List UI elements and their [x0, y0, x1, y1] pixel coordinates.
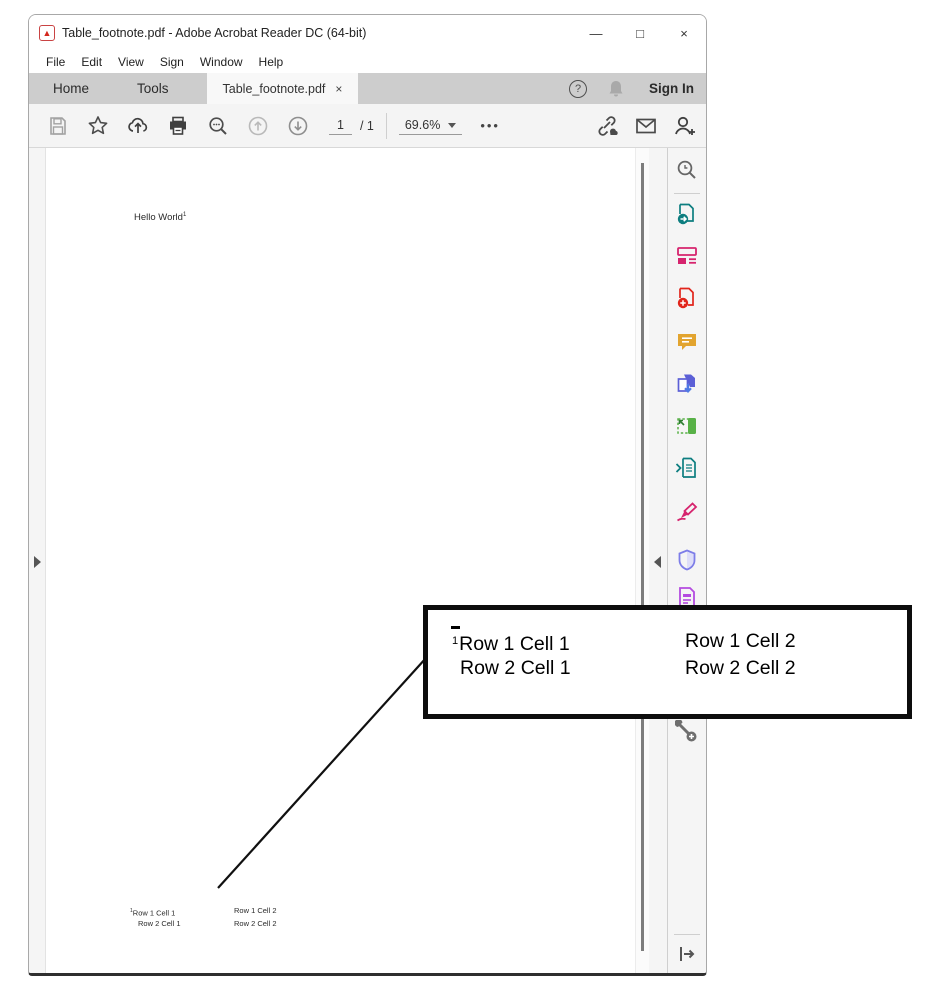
callout-footnote-marker: 1: [452, 630, 458, 654]
email-icon[interactable]: [634, 114, 658, 138]
tools-pane-strip: [649, 148, 667, 973]
search-tool-button[interactable]: [675, 158, 699, 182]
page-total-label: / 1: [360, 119, 374, 133]
close-button[interactable]: ×: [662, 15, 706, 51]
zoom-level-value: 69.6%: [405, 118, 440, 132]
favorite-button[interactable]: [81, 109, 115, 143]
tools-sidebar: [667, 148, 706, 973]
help-icon[interactable]: ?: [569, 80, 587, 98]
document-heading: Hello World1: [134, 212, 186, 223]
magnifier-dots-icon: [206, 114, 230, 138]
sidebar-divider: [674, 193, 700, 194]
document-table: 1Row 1 Cell 1 Row 1 Cell 2 Row 2 Cell 1 …: [130, 906, 277, 929]
edit-pdf-button[interactable]: [675, 244, 699, 268]
table-row: 1Row 1 Cell 1 Row 1 Cell 2: [130, 906, 277, 919]
tab-close-icon[interactable]: ×: [335, 82, 342, 96]
collapse-tools-pane-icon[interactable]: [654, 556, 661, 568]
printer-icon: [166, 114, 190, 138]
cloud-upload-icon: [126, 114, 150, 138]
export-pdf-icon: [675, 202, 699, 226]
magnified-table-callout: 1Row 1 Cell 1 Row 1 Cell 2 Row 2 Cell 1 …: [423, 605, 912, 719]
save-button[interactable]: [41, 109, 75, 143]
menu-help[interactable]: Help: [252, 53, 291, 71]
fill-sign-button[interactable]: [675, 500, 699, 524]
maximize-button[interactable]: □: [618, 15, 662, 51]
menu-edit[interactable]: Edit: [74, 53, 109, 71]
export-pdf-button[interactable]: [675, 202, 699, 226]
main-toolbar: 1 / 1 69.6% •••: [29, 104, 706, 148]
save-icon: [47, 115, 69, 137]
acrobat-reader-window: ▲ Table_footnote.pdf - Adobe Acrobat Rea…: [28, 14, 707, 976]
expand-right-icon: [675, 942, 699, 966]
edit-pdf-icon: [675, 244, 699, 268]
screenshot-canvas: ▲ Table_footnote.pdf - Adobe Acrobat Rea…: [0, 0, 937, 1000]
search-icon: [675, 158, 699, 182]
zoom-level-dropdown[interactable]: 69.6%: [399, 116, 462, 135]
tab-tools[interactable]: Tools: [113, 73, 193, 104]
sidebar-divider: [674, 934, 700, 935]
star-icon: [86, 114, 110, 138]
open-tools-pane-button[interactable]: [675, 942, 699, 966]
print-button[interactable]: [161, 109, 195, 143]
scrollbar-thumb[interactable]: [641, 163, 644, 951]
expand-nav-pane-icon[interactable]: [34, 556, 41, 568]
content-region: Hello World1 1Row 1 Cell 1 Row 1 Cell 2 …: [29, 148, 706, 973]
share-link-icon[interactable]: [594, 114, 620, 138]
combine-files-button[interactable]: [675, 372, 699, 396]
protect-pdf-button[interactable]: [675, 548, 699, 572]
menu-sign[interactable]: Sign: [153, 53, 191, 71]
next-page-button[interactable]: [281, 109, 315, 143]
fill-sign-pen-icon: [675, 500, 699, 524]
menu-window[interactable]: Window: [193, 53, 250, 71]
more-tools-overflow-button[interactable]: •••: [480, 118, 500, 133]
nav-pane-strip: [29, 148, 46, 973]
toolbar-divider: [386, 113, 387, 139]
wrench-plus-icon: [675, 720, 699, 744]
arrow-down-circle-icon: [286, 114, 310, 138]
sign-in-button[interactable]: Sign In: [649, 81, 694, 96]
menu-bar: File Edit View Sign Window Help: [29, 51, 706, 73]
comment-tool-button[interactable]: [675, 329, 699, 353]
sign-in-person-icon[interactable]: [672, 114, 698, 138]
notifications-bell-icon[interactable]: [607, 79, 625, 99]
chevron-down-icon: [448, 123, 456, 128]
document-page: Hello World1 1Row 1 Cell 1 Row 1 Cell 2 …: [46, 148, 635, 973]
menu-file[interactable]: File: [39, 53, 72, 71]
minimize-button[interactable]: —: [574, 15, 618, 51]
comment-bubble-icon: [675, 329, 699, 353]
table-row: Row 2 Cell 1 Row 2 Cell 2: [130, 919, 277, 929]
arrow-up-circle-icon: [246, 114, 270, 138]
window-title: Table_footnote.pdf - Adobe Acrobat Reade…: [62, 26, 366, 40]
add-tools-button[interactable]: [675, 720, 699, 744]
page-number-input[interactable]: 1: [329, 116, 352, 135]
tab-home[interactable]: Home: [29, 73, 113, 104]
create-pdf-button[interactable]: [675, 286, 699, 310]
compress-pdf-button[interactable]: [675, 456, 699, 480]
tab-bar: Home Tools Table_footnote.pdf × ? Sign I…: [29, 73, 706, 104]
scan-ocr-icon: [675, 414, 699, 438]
compress-pdf-icon: [675, 456, 699, 480]
vertical-scrollbar[interactable]: [635, 148, 649, 973]
adobe-reader-icon: ▲: [39, 25, 55, 41]
create-pdf-icon: [675, 286, 699, 310]
tab-document[interactable]: Table_footnote.pdf ×: [207, 73, 359, 104]
shield-icon: [675, 548, 699, 572]
share-cloud-button[interactable]: [121, 109, 155, 143]
callout-row: Row 2 Cell 1 Row 2 Cell 2: [452, 657, 907, 681]
callout-row: 1Row 1 Cell 1 Row 1 Cell 2: [452, 630, 907, 657]
tab-document-label: Table_footnote.pdf: [223, 82, 326, 96]
scan-ocr-button[interactable]: [675, 414, 699, 438]
heading-footnote-marker: 1: [183, 212, 186, 218]
title-bar: ▲ Table_footnote.pdf - Adobe Acrobat Rea…: [29, 15, 706, 51]
combine-files-icon: [675, 372, 699, 396]
menu-view[interactable]: View: [111, 53, 151, 71]
previous-page-button[interactable]: [241, 109, 275, 143]
zoom-search-button[interactable]: [201, 109, 235, 143]
